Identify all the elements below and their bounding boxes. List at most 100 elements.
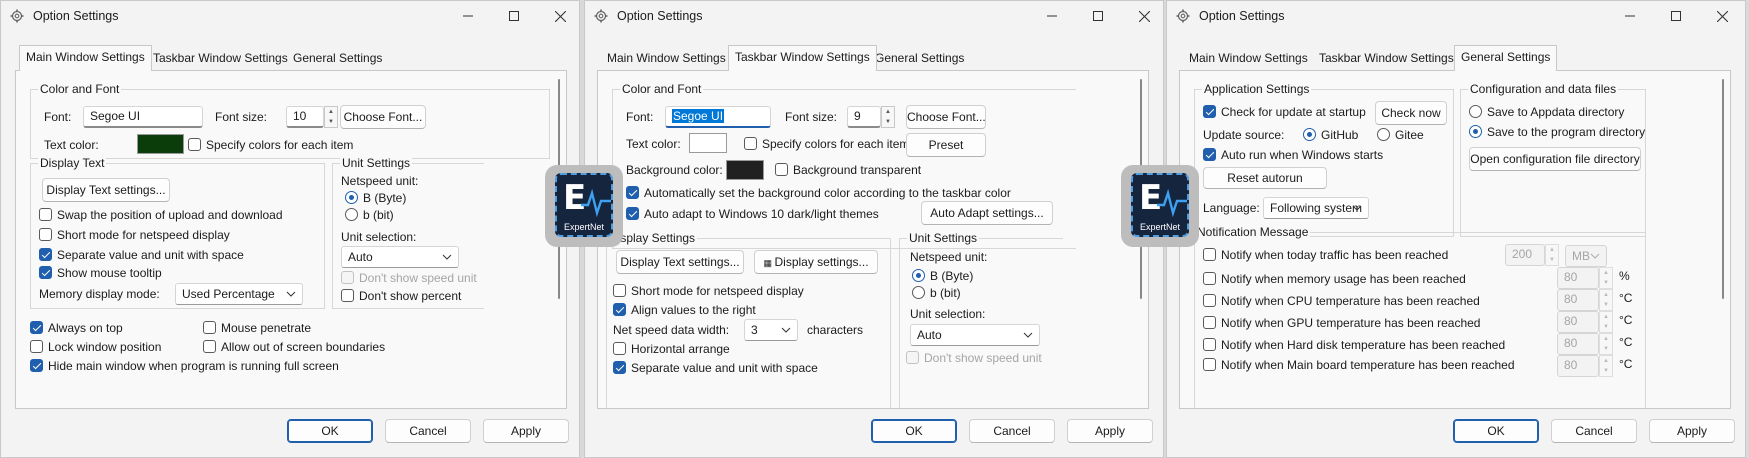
- background-color-swatch[interactable]: [726, 160, 764, 180]
- maximize-button[interactable]: [1653, 5, 1699, 27]
- dont-show-speed-unit-checkbox[interactable]: Don't show speed unit: [906, 350, 1042, 366]
- data-width-dropdown[interactable]: 3: [744, 319, 798, 341]
- scrollbar[interactable]: [1722, 79, 1724, 299]
- unit-bit-radio[interactable]: b (bit): [912, 285, 961, 301]
- notify-traffic-checkbox[interactable]: Notify when today traffic has been reach…: [1203, 247, 1448, 263]
- check-now-button[interactable]: Check now: [1375, 101, 1447, 125]
- swap-updown-checkbox[interactable]: Swap the position of upload and download: [39, 207, 283, 223]
- separate-unit-checkbox[interactable]: Separate value and unit with space: [39, 247, 244, 263]
- font-name-field[interactable]: Segoe UI: [665, 106, 771, 128]
- close-button[interactable]: [1121, 5, 1163, 27]
- apply-button[interactable]: Apply: [483, 419, 569, 443]
- tab-general[interactable]: General Settings: [869, 47, 970, 71]
- notify-disk-temp-checkbox[interactable]: Notify when Hard disk temperature has be…: [1203, 337, 1505, 353]
- lock-position-checkbox[interactable]: Lock window position: [30, 339, 161, 355]
- font-name-field[interactable]: Segoe UI: [83, 106, 203, 128]
- traffic-threshold-field[interactable]: 200: [1505, 244, 1545, 266]
- tab-general[interactable]: General Settings: [1454, 45, 1558, 71]
- memory-threshold-spinner[interactable]: ▲ ▼: [1599, 267, 1613, 289]
- save-program-dir-radio[interactable]: Save to the program directory: [1469, 124, 1645, 140]
- hide-main-fullscreen-checkbox[interactable]: Hide main window when program is running…: [30, 358, 339, 374]
- gpu-temp-threshold-field[interactable]: 80: [1557, 311, 1599, 333]
- horizontal-arrange-checkbox[interactable]: Horizontal arrange: [613, 341, 730, 357]
- minimize-button[interactable]: [1607, 5, 1653, 27]
- disk-temp-threshold-spinner[interactable]: ▲ ▼: [1599, 333, 1613, 355]
- choose-font-button[interactable]: Choose Font...: [340, 105, 426, 129]
- traffic-unit-dropdown[interactable]: MB: [1565, 245, 1607, 267]
- allow-out-of-bounds-checkbox[interactable]: Allow out of screen boundaries: [203, 339, 385, 355]
- short-mode-checkbox[interactable]: Short mode for netspeed display: [39, 227, 230, 243]
- notify-cpu-temp-checkbox[interactable]: Notify when CPU temperature has been rea…: [1203, 293, 1480, 309]
- notify-memory-checkbox[interactable]: Notify when memory usage has been reache…: [1203, 271, 1466, 287]
- auto-run-checkbox[interactable]: Auto run when Windows starts: [1203, 147, 1383, 163]
- check-update-checkbox[interactable]: Check for update at startup: [1203, 104, 1366, 120]
- gitee-radio[interactable]: Gitee: [1377, 127, 1424, 143]
- language-dropdown[interactable]: Following system: [1263, 197, 1369, 219]
- gpu-temp-threshold-spinner[interactable]: ▲ ▼: [1599, 311, 1613, 333]
- mouse-tooltip-checkbox[interactable]: Show mouse tooltip: [39, 265, 162, 281]
- dont-show-speed-unit-checkbox[interactable]: Don't show speed unit: [341, 270, 477, 286]
- ok-button[interactable]: OK: [871, 419, 957, 443]
- tab-main-window[interactable]: Main Window Settings: [19, 45, 152, 71]
- notify-gpu-temp-checkbox[interactable]: Notify when GPU temperature has been rea…: [1203, 315, 1480, 331]
- cpu-temp-threshold-spinner[interactable]: ▲ ▼: [1599, 289, 1613, 311]
- mainboard-temp-threshold-field[interactable]: 80: [1557, 355, 1599, 377]
- tab-main-window[interactable]: Main Window Settings: [601, 47, 732, 71]
- text-color-swatch[interactable]: [689, 133, 727, 153]
- mainboard-temp-threshold-spinner[interactable]: ▲ ▼: [1599, 355, 1613, 377]
- specify-colors-checkbox[interactable]: Specify colors for each item: [188, 137, 353, 153]
- cancel-button[interactable]: Cancel: [969, 419, 1055, 443]
- always-on-top-checkbox[interactable]: Always on top: [30, 320, 123, 336]
- unit-byte-radio[interactable]: B (Byte): [912, 268, 973, 284]
- ok-button[interactable]: OK: [287, 419, 373, 443]
- mouse-penetrate-checkbox[interactable]: Mouse penetrate: [203, 320, 311, 336]
- display-text-settings-button[interactable]: Display Text settings...: [42, 178, 170, 202]
- display-settings-button[interactable]: ▦ Display settings...: [754, 250, 878, 274]
- specify-colors-checkbox[interactable]: Specify colors for each item: [744, 136, 909, 152]
- unit-byte-radio[interactable]: B (Byte): [345, 190, 406, 206]
- minimize-button[interactable]: [1029, 5, 1075, 27]
- cpu-temp-threshold-field[interactable]: 80: [1557, 289, 1599, 311]
- short-mode-checkbox[interactable]: Short mode for netspeed display: [613, 283, 804, 299]
- apply-button[interactable]: Apply: [1649, 419, 1735, 443]
- tab-taskbar-window[interactable]: Taskbar Window Settings: [728, 45, 877, 71]
- tab-general[interactable]: General Settings: [287, 47, 388, 71]
- font-size-field[interactable]: 9: [847, 106, 881, 128]
- tab-taskbar-window[interactable]: Taskbar Window Settings: [1313, 47, 1460, 71]
- display-text-settings-button[interactable]: Display Text settings...: [616, 250, 744, 274]
- save-appdata-radio[interactable]: Save to Appdata directory: [1469, 104, 1624, 120]
- dont-show-percent-checkbox[interactable]: Don't show percent: [341, 288, 461, 304]
- unit-selection-dropdown[interactable]: Auto: [910, 324, 1040, 346]
- github-radio[interactable]: GitHub: [1303, 127, 1358, 143]
- memory-threshold-field[interactable]: 80: [1557, 267, 1599, 289]
- maximize-button[interactable]: [1075, 5, 1121, 27]
- auto-adapt-theme-checkbox[interactable]: Auto adapt to Windows 10 dark/light them…: [626, 206, 879, 222]
- memory-mode-dropdown[interactable]: Used Percentage: [175, 283, 303, 305]
- separate-unit-checkbox[interactable]: Separate value and unit with space: [613, 360, 818, 376]
- close-button[interactable]: [1699, 5, 1745, 27]
- background-transparent-checkbox[interactable]: Background transparent: [775, 162, 921, 178]
- maximize-button[interactable]: [491, 5, 537, 27]
- cancel-button[interactable]: Cancel: [385, 419, 471, 443]
- auto-bg-color-checkbox[interactable]: Automatically set the background color a…: [626, 185, 1011, 201]
- disk-temp-threshold-field[interactable]: 80: [1557, 333, 1599, 355]
- minimize-button[interactable]: [445, 5, 491, 27]
- open-config-dir-button[interactable]: Open configuration file directory: [1469, 147, 1641, 171]
- tab-taskbar-window[interactable]: Taskbar Window Settings: [147, 47, 294, 71]
- preset-button[interactable]: Preset: [906, 133, 986, 157]
- reset-autorun-button[interactable]: Reset autorun: [1203, 167, 1327, 189]
- font-size-field[interactable]: 10: [286, 106, 324, 128]
- ok-button[interactable]: OK: [1453, 419, 1539, 443]
- align-right-checkbox[interactable]: Align values to the right: [613, 302, 756, 318]
- font-size-spinner[interactable]: ▲ ▼: [324, 106, 338, 128]
- unit-selection-dropdown[interactable]: Auto: [341, 246, 459, 268]
- notify-mainboard-temp-checkbox[interactable]: Notify when Main board temperature has b…: [1203, 357, 1515, 373]
- auto-adapt-settings-button[interactable]: Auto Adapt settings...: [921, 201, 1053, 225]
- choose-font-button[interactable]: Choose Font...: [906, 105, 986, 129]
- text-color-swatch[interactable]: [137, 134, 184, 154]
- traffic-threshold-spinner[interactable]: ▲ ▼: [1545, 244, 1559, 266]
- unit-bit-radio[interactable]: b (bit): [345, 207, 394, 223]
- close-button[interactable]: [537, 5, 579, 27]
- cancel-button[interactable]: Cancel: [1551, 419, 1637, 443]
- tab-main-window[interactable]: Main Window Settings: [1183, 47, 1314, 71]
